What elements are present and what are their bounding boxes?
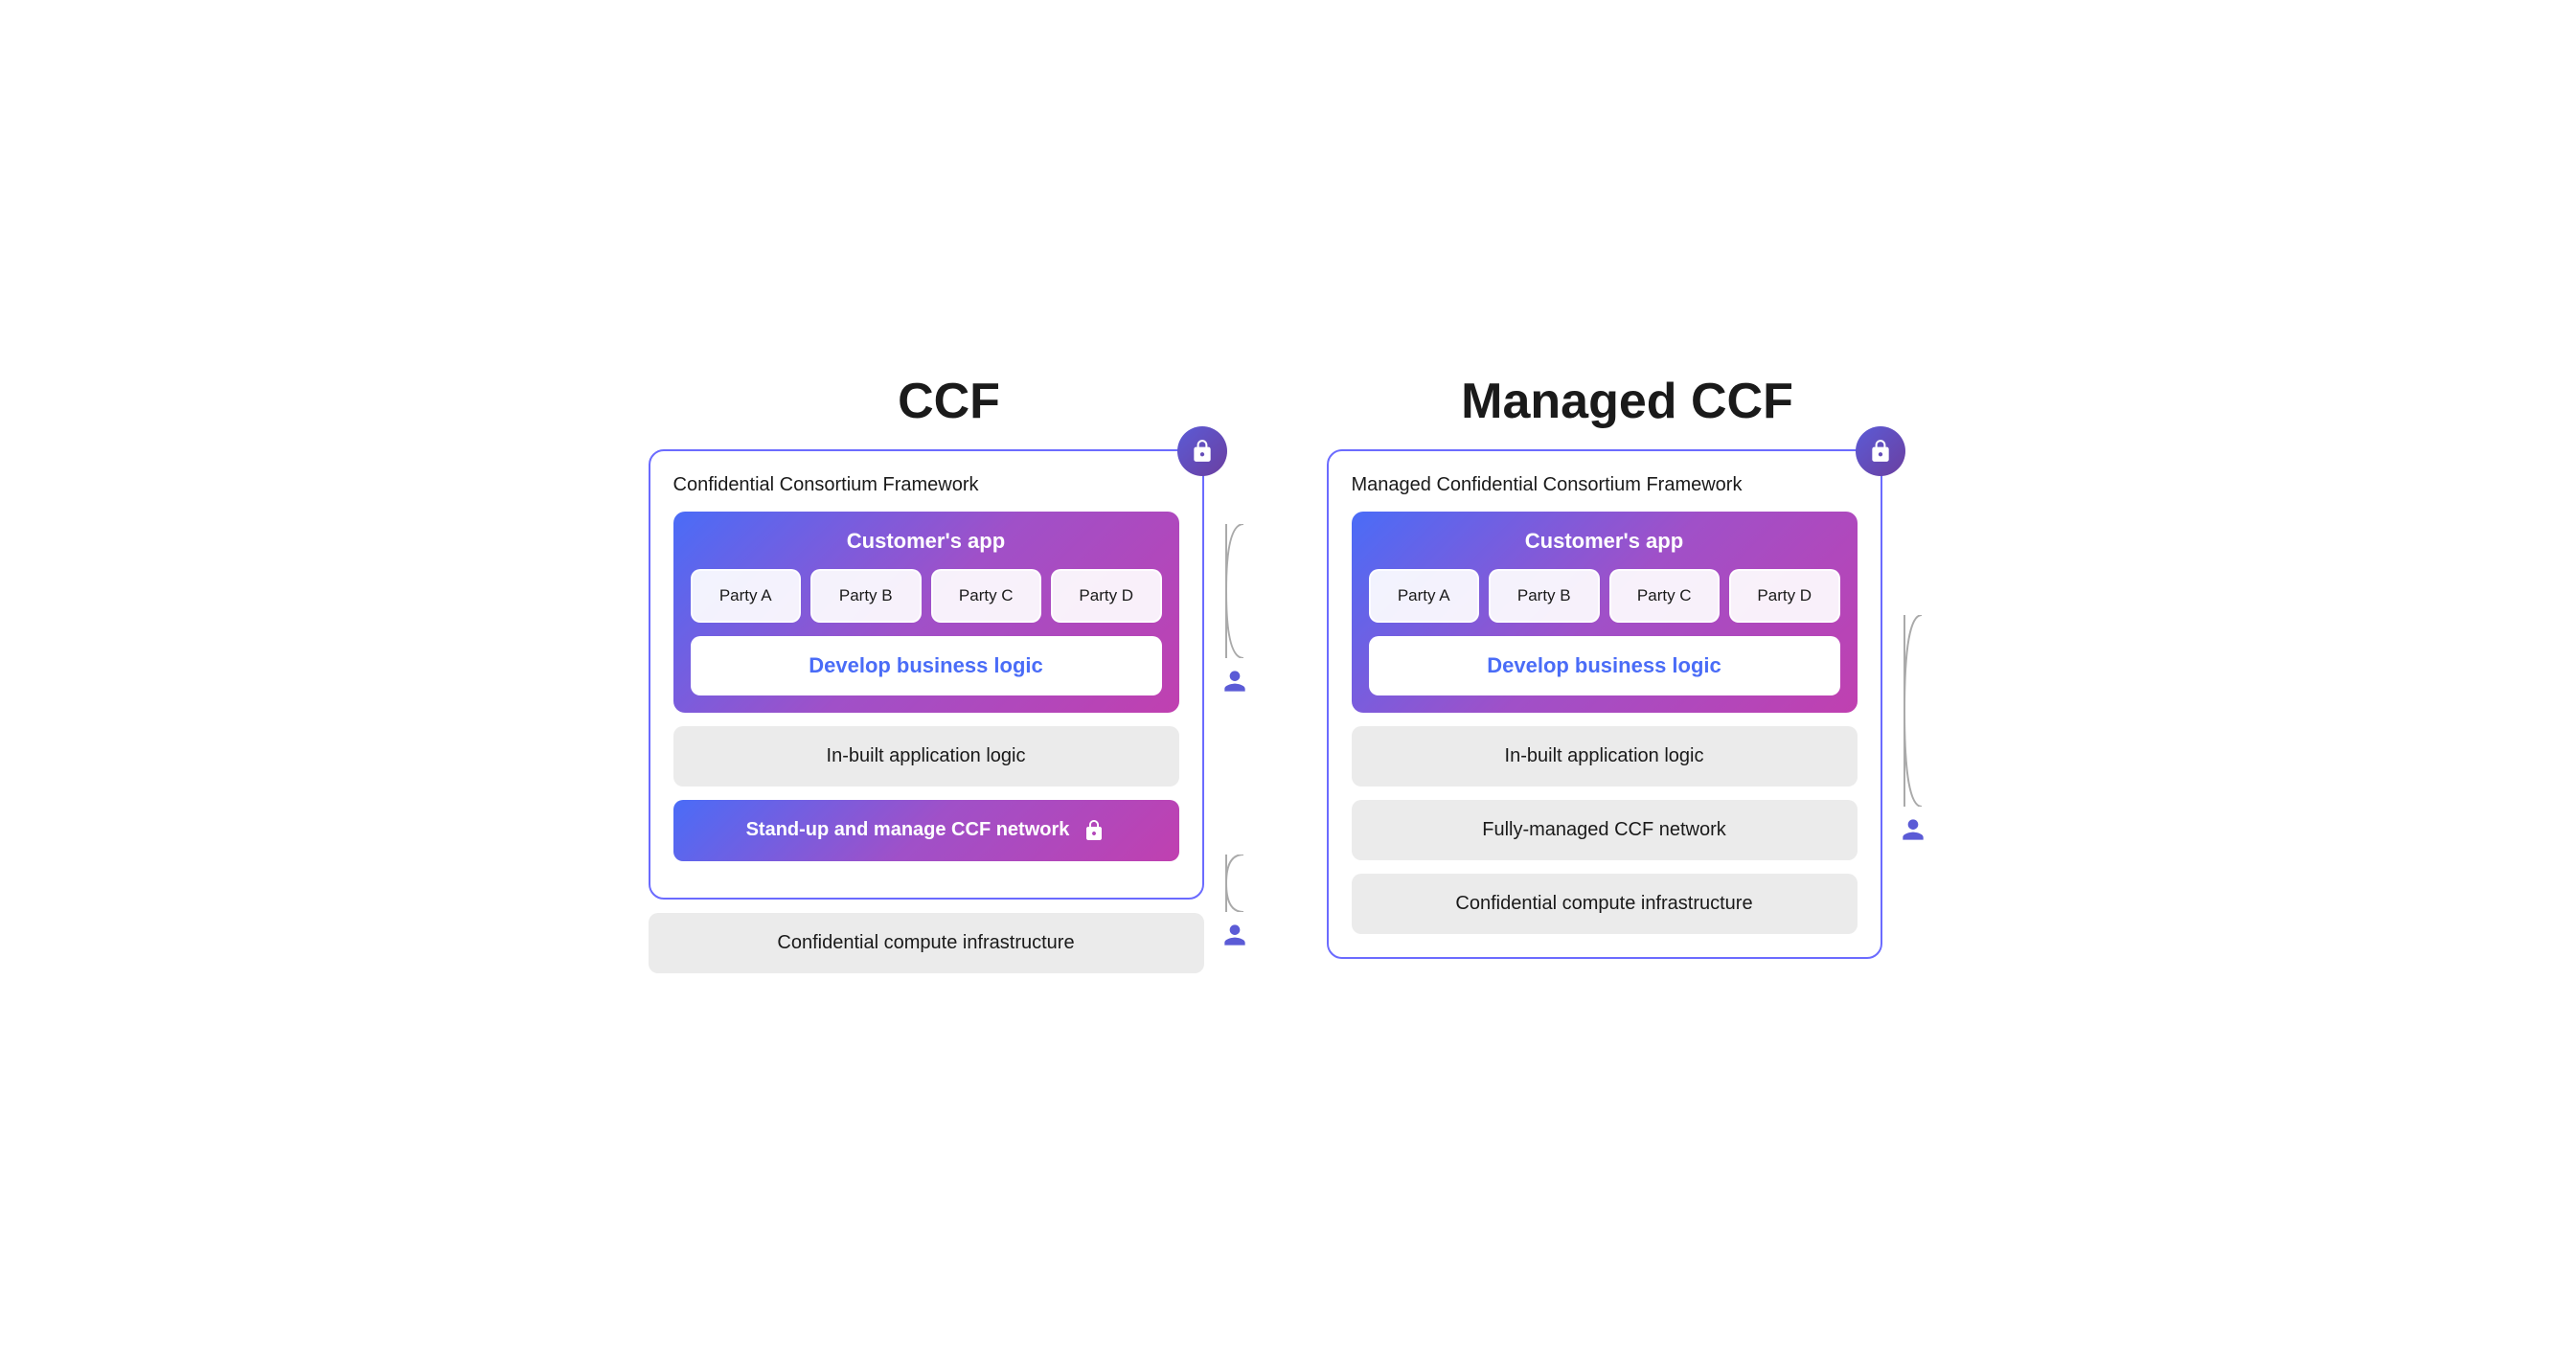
- ccf-standup-text: Stand-up and manage CCF network: [746, 819, 1070, 841]
- ccf-bottom-user-icon: [1220, 920, 1250, 950]
- mccf-diagram-wrapper: Managed Confidential Consortium Framewor…: [1327, 449, 1928, 959]
- mccf-side-indicators: [1898, 558, 1928, 850]
- ccf-customers-app-title: Customer's app: [691, 529, 1162, 554]
- ccf-customers-app-box: Customer's app Party A Party B Party C P…: [673, 512, 1179, 713]
- ccf-inbuilt-logic: In-built application logic: [673, 726, 1179, 786]
- ccf-top-user-icon: [1220, 666, 1250, 696]
- mccf-fully-managed: Fully-managed CCF network: [1352, 800, 1858, 860]
- mccf-party-c: Party C: [1609, 569, 1721, 623]
- mccf-party-a: Party A: [1369, 569, 1480, 623]
- ccf-party-a: Party A: [691, 569, 802, 623]
- mccf-outer-label: Managed Confidential Consortium Framewor…: [1352, 474, 1858, 496]
- mccf-party-b: Party B: [1489, 569, 1600, 623]
- ccf-outer-box: Confidential Consortium Framework Custom…: [649, 449, 1204, 900]
- mccf-customers-app-box: Customer's app Party A Party B Party C P…: [1352, 512, 1858, 713]
- mccf-confidential-compute: Confidential compute infrastructure: [1352, 874, 1858, 934]
- ccf-standup-lock-icon: [1083, 819, 1106, 842]
- mccf-party-row: Party A Party B Party C Party D: [1369, 569, 1840, 623]
- ccf-side-indicators: [1220, 467, 1250, 955]
- mccf-outer-box: Managed Confidential Consortium Framewor…: [1327, 449, 1882, 959]
- ccf-bottom-user-group: [1220, 855, 1250, 955]
- ccf-party-c: Party C: [931, 569, 1042, 623]
- ccf-outer-label: Confidential Consortium Framework: [673, 474, 1179, 496]
- mccf-inbuilt-logic: In-built application logic: [1352, 726, 1858, 786]
- mccf-lock-badge: [1856, 426, 1905, 476]
- mccf-section: Managed CCF Managed Confidential Consort…: [1327, 373, 1928, 959]
- ccf-title: CCF: [898, 373, 1000, 430]
- mccf-bracket-svg: [1903, 615, 1924, 807]
- mccf-party-d: Party D: [1729, 569, 1840, 623]
- mccf-lock-icon: [1868, 439, 1893, 464]
- mccf-develop-logic-box: Develop business logic: [1369, 636, 1840, 695]
- mccf-develop-logic-text: Develop business logic: [1487, 653, 1721, 677]
- ccf-lock-icon: [1190, 439, 1215, 464]
- ccf-top-user-group: [1220, 524, 1250, 701]
- ccf-party-row: Party A Party B Party C Party D: [691, 569, 1162, 623]
- mccf-customers-app-title: Customer's app: [1369, 529, 1840, 554]
- ccf-bottom-bracket-svg: [1224, 855, 1245, 912]
- mccf-title: Managed CCF: [1461, 373, 1793, 430]
- ccf-confidential-compute: Confidential compute infrastructure: [649, 913, 1204, 973]
- ccf-standup-box: Stand-up and manage CCF network: [673, 800, 1179, 861]
- ccf-develop-logic-box: Develop business logic: [691, 636, 1162, 695]
- mccf-user-icon: [1898, 814, 1928, 845]
- ccf-party-d: Party D: [1051, 569, 1162, 623]
- ccf-develop-logic-text: Develop business logic: [809, 653, 1043, 677]
- page-container: CCF Confidential Consortium Framework Cu…: [618, 373, 1959, 973]
- ccf-top-bracket-svg: [1224, 524, 1245, 658]
- ccf-diagram-wrapper: Confidential Consortium Framework Custom…: [649, 449, 1250, 973]
- ccf-party-b: Party B: [810, 569, 922, 623]
- ccf-section: CCF Confidential Consortium Framework Cu…: [649, 373, 1250, 973]
- ccf-lock-badge: [1177, 426, 1227, 476]
